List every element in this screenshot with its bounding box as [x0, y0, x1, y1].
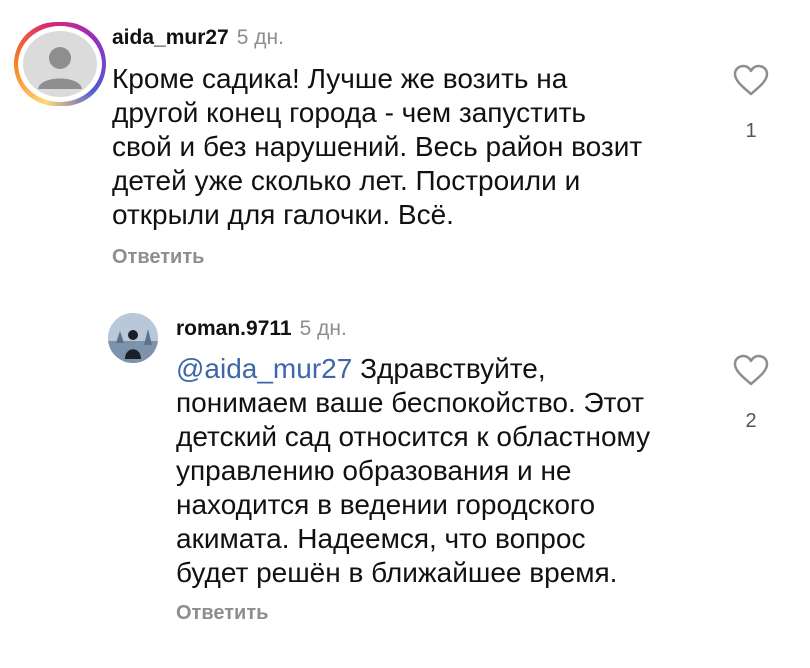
username[interactable]: roman.9711	[176, 317, 292, 341]
reply-text: Здравствуйте, понимаем ваше беспокойство…	[176, 353, 651, 588]
like-count: 2	[745, 410, 757, 432]
heart-icon	[733, 64, 769, 96]
reply-button[interactable]: Ответить	[112, 246, 204, 269]
like-button[interactable]	[733, 64, 769, 101]
profile-photo	[108, 313, 158, 363]
comment-text: Кроме садика! Лучше же возить на другой …	[112, 63, 643, 230]
default-avatar-icon	[23, 31, 97, 97]
timestamp: 5 дн.	[299, 317, 347, 340]
like-count: 1	[745, 120, 757, 142]
comment-header: roman.9711 5 дн.	[176, 317, 347, 341]
username[interactable]: aida_mur27	[112, 26, 229, 50]
comment-header: aida_mur27 5 дн.	[112, 26, 284, 50]
timestamp: 5 дн.	[236, 26, 284, 49]
heart-icon	[733, 354, 769, 386]
like-button[interactable]	[733, 354, 769, 391]
avatar[interactable]	[14, 22, 106, 106]
mention-link[interactable]: @aida_mur27	[176, 353, 352, 384]
avatar[interactable]	[108, 313, 158, 363]
comment-text: @aida_mur27 Здравствуйте, понимаем ваше …	[176, 352, 650, 590]
reply-button[interactable]: Ответить	[176, 602, 268, 625]
